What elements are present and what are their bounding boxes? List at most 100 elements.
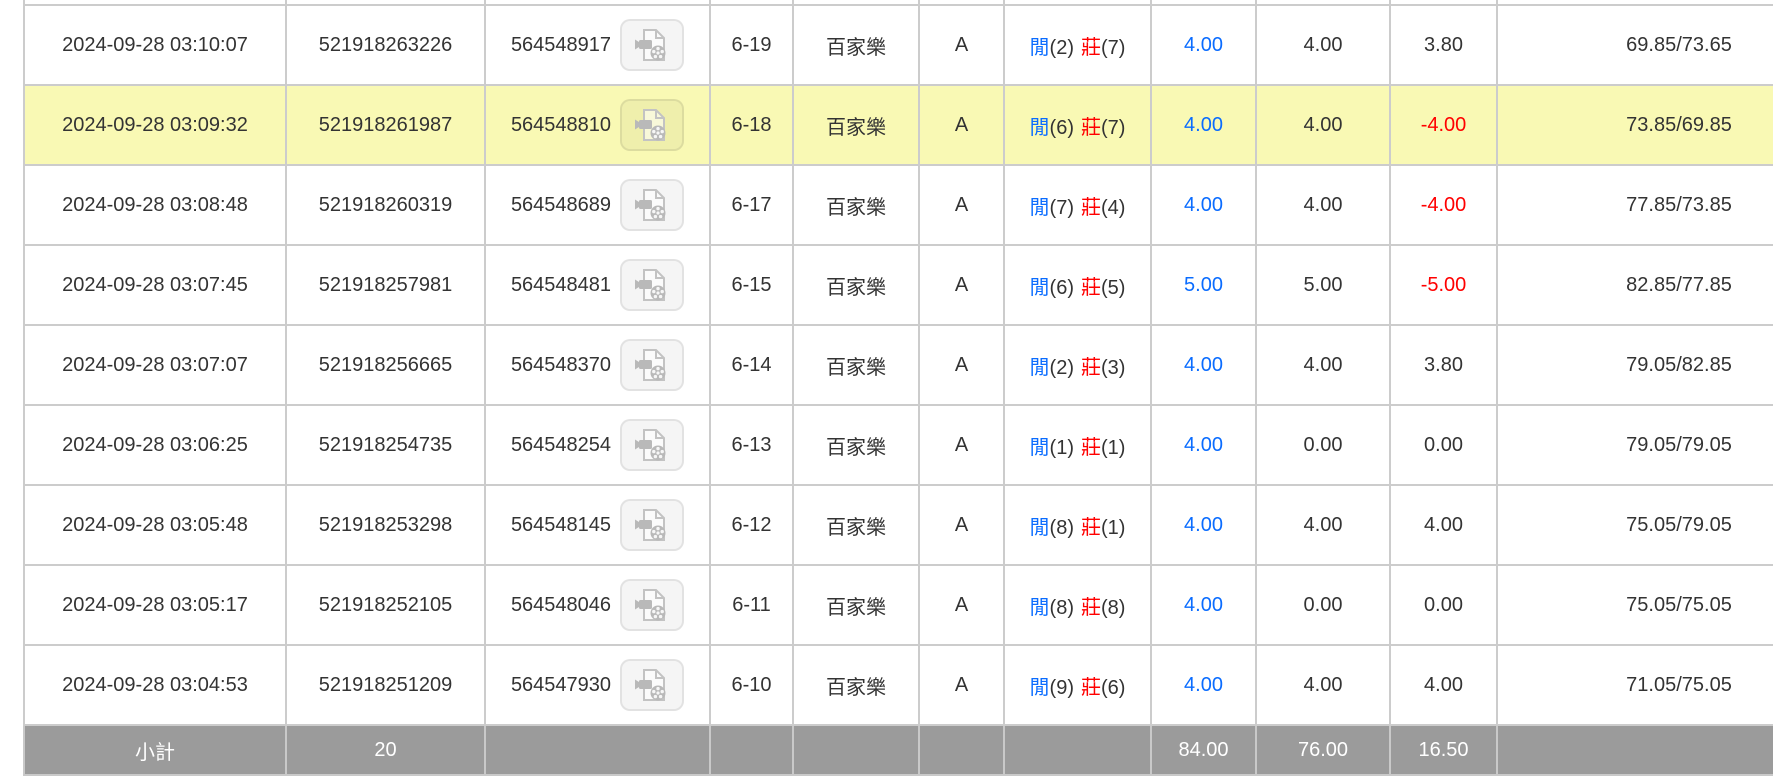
game-id-cell: 564548370 — [484, 324, 711, 406]
banker-score: (7) — [1101, 116, 1126, 139]
video-replay-button[interactable] — [620, 179, 685, 231]
bet-record-row[interactable]: 2024-09-28 03:10:07 521918263226 5645489… — [23, 4, 1773, 86]
result-cell: 閒(8) 莊(8) — [1003, 564, 1152, 646]
valid-amount-cell: 4.00 — [1255, 164, 1391, 246]
video-file-icon — [635, 269, 666, 301]
game-id-value: 564548481 — [510, 273, 612, 296]
banker-score: (4) — [1101, 196, 1126, 219]
bet-record-row[interactable]: 2024-09-28 03:06:25 521918254735 5645482… — [23, 404, 1773, 486]
bet-record-row[interactable]: 2024-09-28 03:07:07 521918256665 5645483… — [23, 324, 1773, 406]
player-label: 閒 — [1029, 436, 1050, 459]
player-score: (1) — [1049, 436, 1074, 459]
banker-label: 莊 — [1081, 356, 1101, 379]
bet-amount-link[interactable]: 4.00 — [1184, 594, 1223, 616]
game-type-cell: 百家樂 — [792, 164, 920, 246]
result-cell: 閒(9) 莊(6) — [1003, 644, 1152, 726]
video-replay-button[interactable] — [620, 339, 685, 391]
player-score: (7) — [1049, 196, 1074, 219]
bet-history-viewport: 2024-09-28 03:10:07 521918263226 5645489… — [0, 0, 1773, 782]
game-id-cell: 564548145 — [484, 484, 711, 566]
time-cell: 2024-09-28 03:05:17 — [23, 564, 287, 646]
round-cell: 6-18 — [709, 84, 794, 166]
video-file-icon — [635, 429, 666, 461]
bet-record-row[interactable]: 2024-09-28 03:08:48 521918260319 5645486… — [23, 164, 1773, 246]
balance-cell: 82.85/77.85 — [1496, 244, 1773, 326]
bet-amount-link[interactable]: 4.00 — [1184, 434, 1223, 456]
bet-amount-cell: 4.00 — [1150, 644, 1257, 726]
video-file-icon — [635, 589, 666, 621]
bet-amount-link[interactable]: 4.00 — [1184, 674, 1223, 696]
table-code-cell: A — [918, 324, 1005, 406]
bet-record-row[interactable]: 2024-09-28 03:05:17 521918252105 5645480… — [23, 564, 1773, 646]
round-cell: 6-12 — [709, 484, 794, 566]
valid-amount-cell: 4.00 — [1255, 84, 1391, 166]
table-code-cell: A — [918, 244, 1005, 326]
winloss-cell: 4.00 — [1389, 644, 1498, 726]
time-cell: 2024-09-28 03:10:07 — [23, 4, 287, 86]
bet-records-table: 2024-09-28 03:10:07 521918263226 5645489… — [23, 0, 1773, 776]
bet-id-cell: 521918261987 — [285, 84, 486, 166]
round-cell: 6-17 — [709, 164, 794, 246]
bet-amount-cell: 4.00 — [1150, 4, 1257, 86]
balance-cell: 75.05/75.05 — [1496, 564, 1773, 646]
banker-label: 莊 — [1081, 596, 1101, 619]
video-replay-button[interactable] — [620, 259, 685, 311]
game-id-value: 564548145 — [510, 513, 612, 536]
balance-cell: 69.85/73.65 — [1496, 4, 1773, 86]
video-replay-button[interactable] — [620, 419, 685, 471]
balance-cell: 71.05/75.05 — [1496, 644, 1773, 726]
bet-record-row[interactable]: 2024-09-28 03:04:53 521918251209 5645479… — [23, 644, 1773, 726]
game-id-cell: 564548917 — [484, 4, 711, 86]
bet-amount-link[interactable]: 4.00 — [1184, 194, 1223, 216]
video-replay-button[interactable] — [620, 19, 685, 71]
bet-id-cell: 521918263226 — [285, 4, 486, 86]
time-cell: 2024-09-28 03:08:48 — [23, 164, 287, 246]
game-id-value: 564548689 — [510, 193, 612, 216]
bet-amount-link[interactable]: 4.00 — [1184, 114, 1223, 136]
game-id-value: 564548810 — [510, 113, 612, 136]
table-code-cell: A — [918, 164, 1005, 246]
video-replay-button[interactable] — [620, 99, 685, 151]
player-label: 閒 — [1029, 116, 1050, 139]
subtotal-valid: 76.00 — [1255, 724, 1391, 776]
bet-amount-cell: 5.00 — [1150, 244, 1257, 326]
banker-score: (3) — [1101, 356, 1126, 379]
game-type-cell: 百家樂 — [792, 324, 920, 406]
bet-record-row[interactable]: 2024-09-28 03:05:48 521918253298 5645481… — [23, 484, 1773, 566]
game-type-cell: 百家樂 — [792, 84, 920, 166]
game-id-cell: 564548481 — [484, 244, 711, 326]
table-code-cell: A — [918, 84, 1005, 166]
winloss-cell: 0.00 — [1389, 404, 1498, 486]
table-code-cell: A — [918, 564, 1005, 646]
balance-cell: 73.85/69.85 — [1496, 84, 1773, 166]
player-score: (8) — [1049, 596, 1074, 619]
game-id-value: 564548370 — [510, 353, 612, 376]
bet-id-cell: 521918254735 — [285, 404, 486, 486]
banker-score: (7) — [1101, 36, 1126, 59]
player-label: 閒 — [1029, 276, 1050, 299]
player-score: (6) — [1049, 276, 1074, 299]
banker-label: 莊 — [1081, 116, 1101, 139]
valid-amount-cell: 5.00 — [1255, 244, 1391, 326]
time-cell: 2024-09-28 03:06:25 — [23, 404, 287, 486]
bet-amount-link[interactable]: 4.00 — [1184, 34, 1223, 56]
table-code-cell: A — [918, 484, 1005, 566]
bet-amount-link[interactable]: 5.00 — [1184, 274, 1223, 296]
video-replay-button[interactable] — [620, 499, 685, 551]
bet-amount-link[interactable]: 4.00 — [1184, 514, 1223, 536]
winloss-cell: 3.80 — [1389, 4, 1498, 86]
game-id-cell: 564548046 — [484, 564, 711, 646]
video-replay-button[interactable] — [620, 659, 685, 711]
video-replay-button[interactable] — [620, 579, 685, 631]
valid-amount-cell: 0.00 — [1255, 564, 1391, 646]
result-cell: 閒(7) 莊(4) — [1003, 164, 1152, 246]
bet-record-row[interactable]: 2024-09-28 03:09:32 521918261987 5645488… — [23, 84, 1773, 166]
time-cell: 2024-09-28 03:05:48 — [23, 484, 287, 566]
bet-record-row[interactable]: 2024-09-28 03:07:45 521918257981 5645484… — [23, 244, 1773, 326]
bet-amount-link[interactable]: 4.00 — [1184, 354, 1223, 376]
balance-cell: 79.05/79.05 — [1496, 404, 1773, 486]
round-cell: 6-10 — [709, 644, 794, 726]
subtotal-winloss: 16.50 — [1389, 724, 1498, 776]
bet-amount-cell: 4.00 — [1150, 164, 1257, 246]
result-cell: 閒(2) 莊(3) — [1003, 324, 1152, 406]
